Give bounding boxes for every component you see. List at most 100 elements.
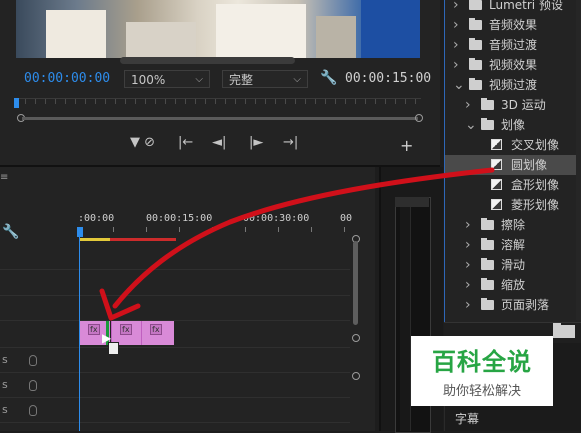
ruler-tick xyxy=(375,99,376,104)
transition-preset-icon xyxy=(491,159,502,170)
chevron-right-icon[interactable]: › xyxy=(465,235,471,255)
chevron-right-icon[interactable]: › xyxy=(453,0,459,15)
effects-item[interactable]: › 视频效果 xyxy=(445,55,581,75)
ruler-tick xyxy=(75,99,76,104)
ruler-tick xyxy=(135,99,136,104)
ruler-tick xyxy=(55,99,56,104)
ruler-tick xyxy=(115,99,116,104)
chevron-right-icon[interactable]: › xyxy=(453,55,459,75)
effects-item[interactable]: 圆划像 xyxy=(445,155,581,175)
zoom-dropdown[interactable]: 100% ⌵ xyxy=(124,70,210,88)
current-timecode[interactable]: 00:00:00:00 xyxy=(24,71,110,86)
effects-item[interactable]: › 擦除 xyxy=(445,215,581,235)
microphone-icon[interactable] xyxy=(29,355,37,366)
monitor-playhead[interactable] xyxy=(14,98,19,108)
effects-item-label: 擦除 xyxy=(501,218,526,232)
transition-preset-icon xyxy=(491,179,502,190)
chevron-right-icon[interactable]: › xyxy=(465,275,471,295)
effects-item[interactable]: › 滑动 xyxy=(445,255,581,275)
timeline-playhead[interactable] xyxy=(77,227,83,237)
caption-item[interactable]: 字幕 xyxy=(455,410,479,427)
ruler-tick xyxy=(235,99,236,104)
audio-track-solo-button[interactable]: s xyxy=(2,403,8,416)
playback-resolution-dropdown[interactable]: 完整 ⌵ xyxy=(222,70,308,88)
ruler-tick xyxy=(85,99,86,104)
chevron-right-icon[interactable]: › xyxy=(453,35,459,55)
scrollbar-handle-right[interactable] xyxy=(415,114,423,122)
effects-item[interactable]: › Lumetri 预设 xyxy=(445,0,581,15)
folder-icon xyxy=(481,218,494,230)
audio-track-solo-button[interactable]: s xyxy=(2,378,8,391)
vertical-scroll-handle[interactable] xyxy=(352,334,360,342)
go-to-in-button[interactable]: |← xyxy=(178,136,193,150)
ruler-tick xyxy=(415,99,416,104)
video-clip[interactable]: fx xyxy=(141,321,174,345)
timeline-panel xyxy=(0,167,375,431)
effects-scrollbar[interactable] xyxy=(576,0,581,320)
effects-item[interactable]: ⌄ 视频过渡 xyxy=(445,75,581,95)
effects-item[interactable]: › 溶解 xyxy=(445,235,581,255)
audio-track-solo-button[interactable]: s xyxy=(2,353,8,366)
monitor-scrollbar[interactable] xyxy=(22,117,418,120)
chevron-down-icon: ⌵ xyxy=(293,74,301,85)
step-forward-button[interactable]: |► xyxy=(249,136,263,150)
effects-item[interactable]: › 音频效果 xyxy=(445,15,581,35)
ruler-tick xyxy=(195,99,196,104)
effects-item-label: 音频效果 xyxy=(489,18,538,32)
microphone-icon[interactable] xyxy=(29,380,37,391)
wrench-icon[interactable]: 🔧 xyxy=(320,70,337,86)
add-marker-button[interactable]: ▼ ⊘ xyxy=(130,136,155,150)
monitor-zoom-scrollbar[interactable] xyxy=(120,57,295,64)
folder-icon xyxy=(469,38,482,50)
ruler-tick xyxy=(285,99,286,104)
track-divider xyxy=(0,422,350,423)
effects-item[interactable]: › 缩放 xyxy=(445,275,581,295)
effects-item[interactable]: › 音频过渡 xyxy=(445,35,581,55)
track-divider xyxy=(0,397,350,398)
new-custom-bin-icon[interactable] xyxy=(553,323,575,338)
ruler-tick xyxy=(215,99,216,104)
vertical-scroll-handle[interactable] xyxy=(352,372,360,380)
ruler-tick xyxy=(385,99,386,104)
microphone-icon[interactable] xyxy=(29,405,37,416)
effects-item-label: 交叉划像 xyxy=(511,138,560,152)
ruler-tick xyxy=(225,99,226,104)
work-area-bar[interactable] xyxy=(80,238,110,241)
effects-item[interactable]: ⌄ 划像 xyxy=(445,115,581,135)
effects-item[interactable]: 菱形划像 xyxy=(445,195,581,215)
track-divider xyxy=(0,320,350,321)
chevron-right-icon[interactable]: › xyxy=(465,255,471,275)
wrench-icon[interactable]: 🔧 xyxy=(2,224,19,240)
playhead-line xyxy=(79,237,80,431)
effects-item[interactable]: › 页面剥落 xyxy=(445,295,581,315)
ruler-tick xyxy=(245,99,246,104)
timeline-vertical-scrollbar[interactable] xyxy=(353,241,358,325)
folder-icon xyxy=(481,298,494,310)
resolution-value: 完整 xyxy=(229,73,254,87)
effects-item[interactable]: 交叉划像 xyxy=(445,135,581,155)
preview-building xyxy=(126,22,196,58)
effects-item-label: 溶解 xyxy=(501,238,526,252)
chevron-down-icon[interactable]: ⌄ xyxy=(453,75,465,95)
ruler-tick xyxy=(146,227,147,232)
panel-menu-icon[interactable]: ≡ xyxy=(0,172,8,183)
chevron-right-icon[interactable]: › xyxy=(453,15,459,35)
step-back-button[interactable]: ◄| xyxy=(212,136,226,150)
ruler-tick xyxy=(335,99,336,104)
drag-copy-icon xyxy=(108,342,119,355)
chevron-right-icon[interactable]: › xyxy=(465,215,471,235)
chevron-right-icon[interactable]: › xyxy=(465,295,471,315)
monitor-time-ruler[interactable] xyxy=(15,98,421,111)
button-editor-add-button[interactable]: + xyxy=(400,136,413,155)
track-divider xyxy=(0,269,350,270)
effects-item[interactable]: 盒形划像 xyxy=(445,175,581,195)
ruler-tick xyxy=(305,99,306,104)
chevron-right-icon[interactable]: › xyxy=(465,95,471,115)
effects-item-label: 划像 xyxy=(501,118,526,132)
ruler-tick xyxy=(311,227,312,232)
chevron-down-icon[interactable]: ⌄ xyxy=(465,115,477,135)
fx-badge: fx xyxy=(88,324,100,335)
effects-item[interactable]: › 3D 运动 xyxy=(445,95,581,115)
go-to-out-button[interactable]: →| xyxy=(283,136,298,150)
folder-icon xyxy=(469,18,482,30)
